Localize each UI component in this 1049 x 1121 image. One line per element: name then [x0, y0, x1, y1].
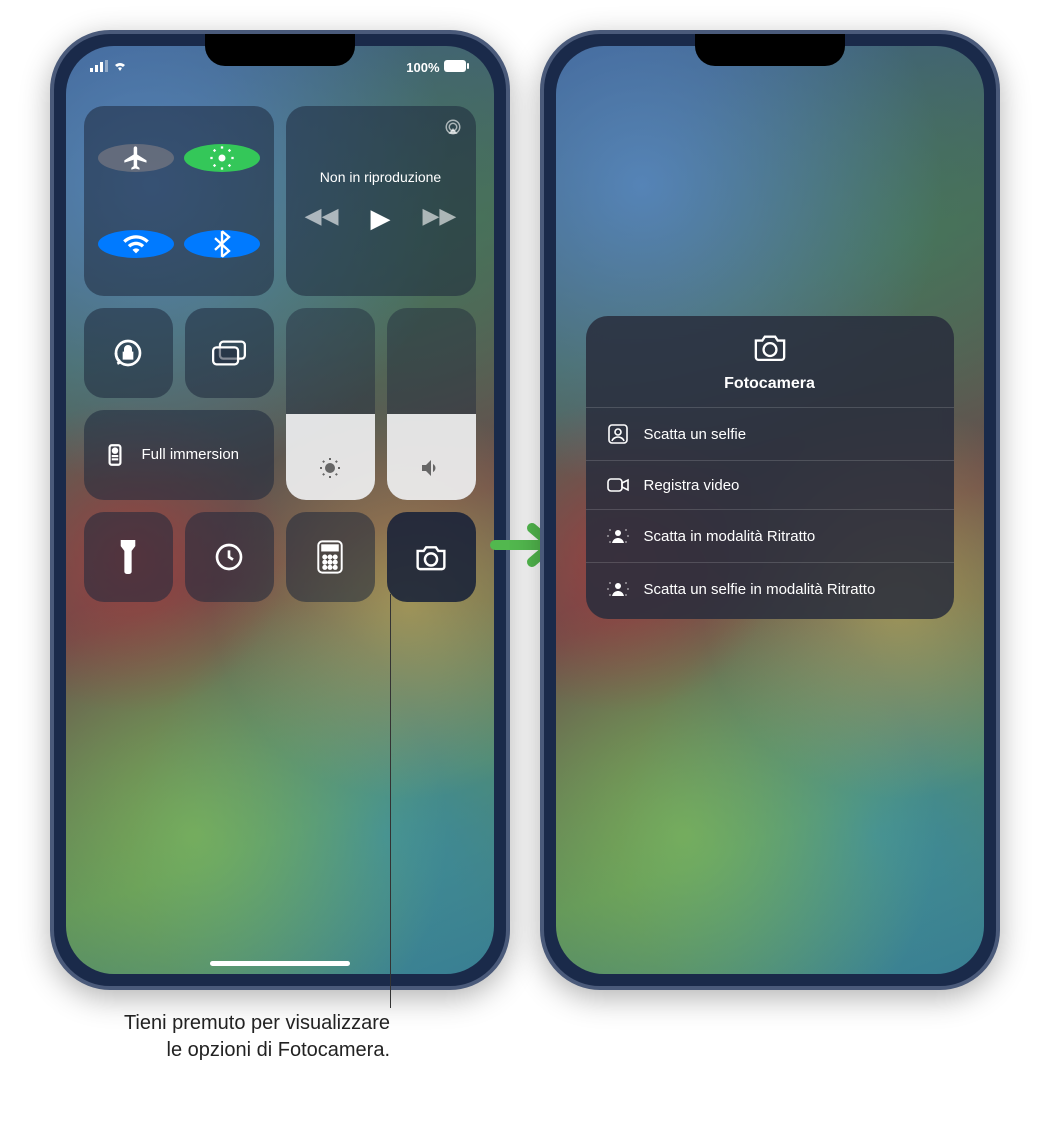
- now-playing-label: Non in riproduzione: [320, 169, 441, 185]
- phone-right: Fotocamera Scatta un selfie Registra vid…: [540, 30, 1000, 990]
- camera-menu-item-video[interactable]: Registra video: [586, 460, 954, 509]
- camera-button[interactable]: [387, 512, 476, 602]
- phone-left: 100%: [50, 30, 510, 990]
- screen-left: 100%: [66, 46, 494, 974]
- notch: [695, 34, 845, 66]
- camera-menu-item-portrait[interactable]: Scatta in modalità Ritratto: [586, 509, 954, 562]
- airplane-mode-button[interactable]: [98, 144, 174, 172]
- bluetooth-button[interactable]: [184, 230, 260, 258]
- cellular-signal-icon: [90, 60, 108, 75]
- battery-percent: 100%: [406, 60, 439, 75]
- wifi-button[interactable]: [98, 230, 174, 258]
- screen-mirroring-button[interactable]: [185, 308, 274, 398]
- camera-menu-title: Fotocamera: [724, 375, 815, 393]
- forward-icon[interactable]: ▶▶: [423, 203, 457, 234]
- play-icon[interactable]: ▶: [371, 203, 391, 234]
- camera-context-menu: Fotocamera Scatta un selfie Registra vid…: [586, 316, 954, 619]
- wifi-icon: [112, 60, 128, 75]
- screen-right: Fotocamera Scatta un selfie Registra vid…: [556, 46, 984, 974]
- airplay-icon[interactable]: [444, 118, 462, 141]
- camera-icon: [752, 332, 788, 367]
- media-playback-tile[interactable]: Non in riproduzione ◀◀ ▶ ▶▶: [286, 106, 476, 296]
- timer-button[interactable]: [185, 512, 274, 602]
- control-center-grid: Non in riproduzione ◀◀ ▶ ▶▶: [84, 106, 476, 602]
- camera-menu-header: Fotocamera: [586, 332, 954, 407]
- camera-menu-item-label: Scatta un selfie in modalità Ritratto: [644, 581, 876, 598]
- camera-menu-item-label: Scatta un selfie: [644, 426, 747, 443]
- focus-button[interactable]: Full immersion: [84, 410, 274, 500]
- orientation-lock-button[interactable]: [84, 308, 173, 398]
- camera-menu-item-label: Registra video: [644, 477, 740, 494]
- callout-text: Tieni premuto per visualizzare le opzion…: [110, 1010, 390, 1064]
- cellular-data-button[interactable]: [184, 144, 260, 172]
- camera-menu-item-portrait-selfie[interactable]: Scatta un selfie in modalità Ritratto: [586, 562, 954, 615]
- flashlight-button[interactable]: [84, 512, 173, 602]
- brightness-slider[interactable]: [286, 308, 375, 500]
- focus-label: Full immersion: [142, 446, 240, 463]
- camera-menu-item-label: Scatta in modalità Ritratto: [644, 528, 816, 545]
- notch: [205, 34, 355, 66]
- volume-slider[interactable]: [387, 308, 476, 500]
- callout-leader-line: [390, 606, 391, 1008]
- battery-icon: [444, 60, 470, 75]
- camera-menu-item-selfie[interactable]: Scatta un selfie: [586, 407, 954, 460]
- calculator-button[interactable]: [286, 512, 375, 602]
- figure-layout: 100%: [0, 0, 1049, 990]
- home-indicator[interactable]: [210, 961, 350, 966]
- rewind-icon[interactable]: ◀◀: [305, 203, 339, 234]
- connectivity-group[interactable]: [84, 106, 274, 296]
